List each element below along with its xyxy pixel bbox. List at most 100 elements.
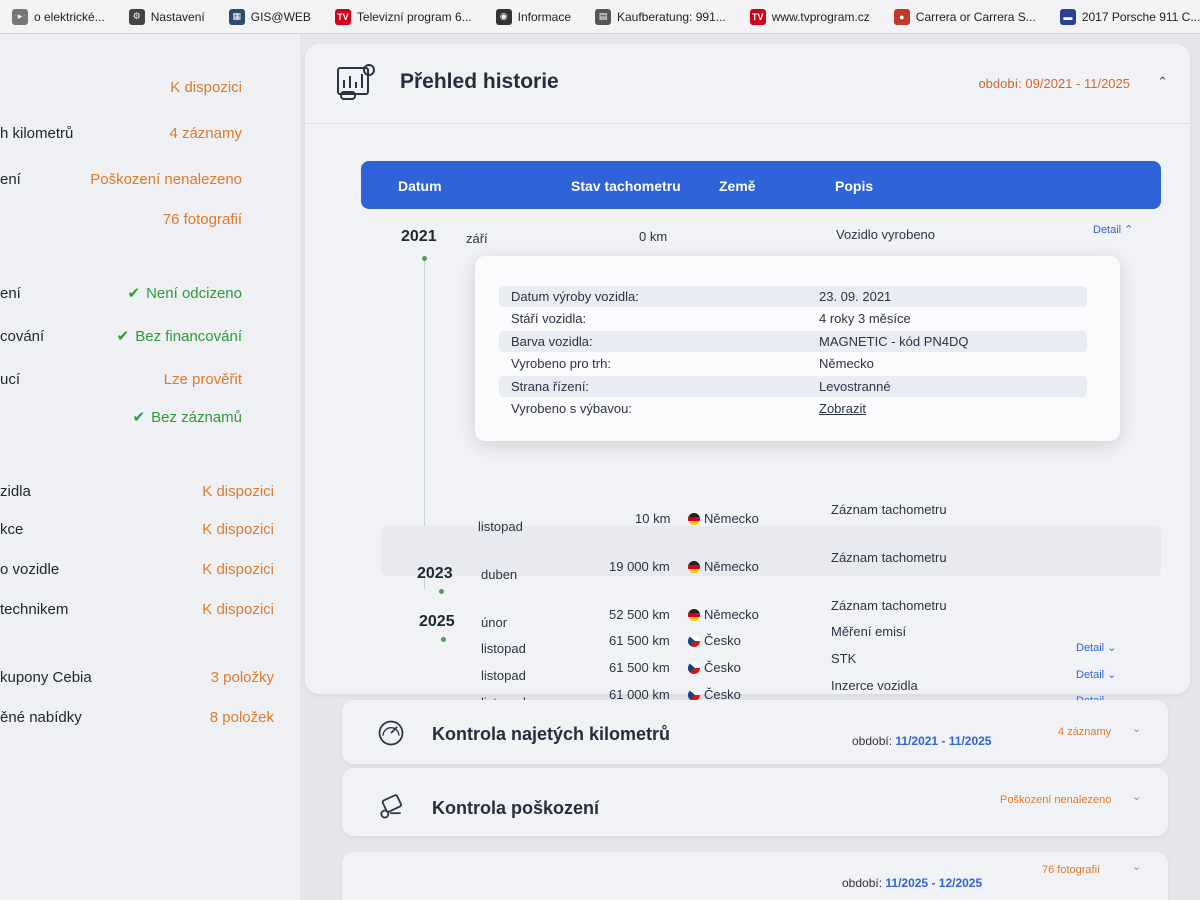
history-header[interactable]: Přehled historie období: 09/2021 - 11/20… (305, 44, 1190, 124)
summary-row[interactable]: kce K dispozici (0, 516, 300, 542)
month-cell: listopad (478, 519, 523, 534)
description-cell: STK (831, 651, 857, 666)
detail-toggle-open[interactable]: Detail ⌃ (1093, 223, 1133, 236)
show-equipment-link[interactable]: Zobrazit (819, 401, 866, 416)
tv-icon: TV (749, 8, 766, 25)
summary-status: 76 fotografií (163, 211, 242, 228)
summary-label: cování (0, 327, 45, 345)
bookmark-item[interactable]: TV www.tvprogram.cz (738, 0, 882, 33)
bookmark-label: 2017 Porsche 911 C... (1081, 9, 1200, 24)
country-flag-icon (688, 561, 700, 573)
collapsible-section[interactable]: Kontrola najetých kilometrů období: 11/20… (342, 700, 1168, 764)
detail-toggle[interactable]: Detail ⌄ (1076, 668, 1116, 681)
country-cell: Německo (688, 511, 759, 526)
description-cell: Záznam tachometru (831, 502, 947, 517)
summary-row[interactable]: ení ✔ Není odcizeno (0, 280, 300, 306)
summary-value: Bez financování (135, 327, 242, 345)
page-title: Přehled historie (400, 70, 559, 93)
summary-row[interactable]: cování ✔ Bez financování (0, 323, 300, 349)
summary-status: Poškození nenalezeno (90, 171, 242, 188)
detail-key: Datum výroby vozidla: (511, 289, 639, 304)
period-value: 11/2021 - 11/2025 (895, 734, 992, 748)
tv-icon: TV (334, 8, 351, 25)
bookmark-item[interactable]: ▦ GIS@WEB (217, 0, 323, 33)
detail-label: Detail (1076, 642, 1105, 654)
bookmark-item[interactable]: ⚙ Nastavení (117, 0, 217, 33)
summary-value: K dispozici (202, 482, 274, 500)
bookmark-item[interactable]: TV Televizní program 6... (323, 0, 484, 33)
summary-label: ěné nabídky (0, 708, 82, 726)
section-title: Kontrola poškození (432, 798, 600, 818)
detail-toggle[interactable]: Detail ⌄ (1076, 641, 1116, 654)
bookmark-label: Informace (517, 9, 571, 24)
detail-key: Barva vozidla: (511, 334, 593, 349)
bookmark-label: Nastavení (150, 9, 205, 24)
country-flag-icon (688, 635, 700, 647)
bookmark-item[interactable]: ● Carrera or Carrera S... (882, 0, 1048, 33)
detail-label: Detail (1076, 669, 1105, 681)
summary-label: ení (0, 284, 21, 302)
bookmark-item[interactable]: ▤ Kaufberatung: 991... (583, 0, 738, 33)
detail-key: Vyrobeno s výbavou: (511, 401, 632, 416)
summary-status: 8 položek (210, 709, 274, 726)
history-chart-icon (337, 64, 375, 100)
detail-value: Německo (819, 356, 874, 371)
bookmark-label: www.tvprogram.cz (771, 9, 870, 24)
period-prefix: období: (842, 876, 883, 890)
summary-row[interactable]: 76 fotografií (0, 206, 300, 232)
collapsible-section[interactable]: Kontrola poškození Poškození nenalezeno ⌄ (342, 768, 1168, 836)
column-date: Datum (398, 178, 442, 194)
description-cell: Záznam tachometru (831, 550, 947, 565)
year-label: 2021 (401, 228, 437, 245)
check-icon: ✔ (132, 409, 146, 426)
summary-row[interactable]: kupony Cebia 3 položky (0, 664, 300, 690)
section-period: období: 11/2021 - 11/2025 (852, 734, 991, 748)
column-odometer: Stav tachometru (571, 178, 681, 194)
chevron-down-icon[interactable]: ⌄ (1132, 860, 1141, 873)
description-cell: Inzerce vozidla (831, 678, 918, 693)
summary-value: 8 položek (209, 708, 274, 726)
summary-row[interactable]: o vozidle K dispozici (0, 556, 300, 582)
column-country: Země (719, 178, 756, 194)
bookmark-label: Televizní program 6... (356, 9, 472, 24)
country-cell: Německo (688, 559, 759, 574)
detail-value: 23. 09. 2021 (819, 289, 892, 304)
globe-icon: ◉ (495, 8, 512, 25)
country-flag-icon (688, 513, 700, 525)
section-badge: 76 fotografií (1042, 864, 1101, 876)
chevron-up-icon[interactable]: ⌃ (1157, 74, 1168, 90)
summary-row[interactable]: ucí Lze prověřit (0, 366, 300, 392)
summary-label: kce (0, 520, 24, 538)
summary-row[interactable]: technikem K dispozici (0, 596, 300, 622)
summary-value: Bez záznamů (151, 408, 242, 426)
history-table-header: Datum Stav tachometru Země Popis (361, 161, 1161, 209)
chevron-down-icon[interactable]: ⌄ (1132, 790, 1141, 803)
country-name: Česko (704, 660, 741, 675)
summary-value: Poškození nenalezeno (90, 170, 242, 188)
year-label: 2023 (417, 565, 453, 582)
detail-row: Vyrobeno pro trh: Německo (499, 353, 1087, 374)
country-name: Německo (704, 607, 759, 622)
collapsible-section[interactable]: období: 11/2025 - 12/2025 76 fotografií ⌄ (342, 852, 1168, 900)
summary-value: Není odcizeno (146, 284, 242, 302)
detail-key: Strana řízení: (511, 379, 590, 394)
section-badge: Poškození nenalezeno (1000, 794, 1112, 806)
summary-row[interactable]: K dispozici (0, 74, 300, 100)
summary-row[interactable]: ✔ Bez záznamů (0, 404, 300, 430)
summary-row[interactable]: ěné nabídky 8 položek (0, 704, 300, 730)
summary-status: ✔ Bez záznamů (132, 408, 242, 427)
map-icon: ▦ (228, 8, 245, 25)
chevron-down-icon[interactable]: ⌄ (1132, 722, 1141, 735)
month-cell: duben (481, 567, 518, 582)
summary-row[interactable]: h kilometrů 4 záznamy (0, 120, 300, 146)
gear-icon: ⚙ (128, 8, 145, 25)
bookmark-item[interactable]: ◉ Informace (484, 0, 583, 33)
bookmark-item[interactable]: ▸ o elektrické... (0, 0, 117, 33)
bookmark-item[interactable]: ▬ 2017 Porsche 911 C... (1048, 0, 1200, 33)
summary-row[interactable]: zidla K dispozici (0, 478, 300, 504)
summary-status: K dispozici (202, 521, 274, 538)
odometer-cell: 0 km (639, 229, 668, 244)
country-flag-icon (688, 662, 700, 674)
summary-status: ✔ Není odcizeno (128, 284, 242, 303)
summary-row[interactable]: ení Poškození nenalezeno (0, 166, 300, 192)
